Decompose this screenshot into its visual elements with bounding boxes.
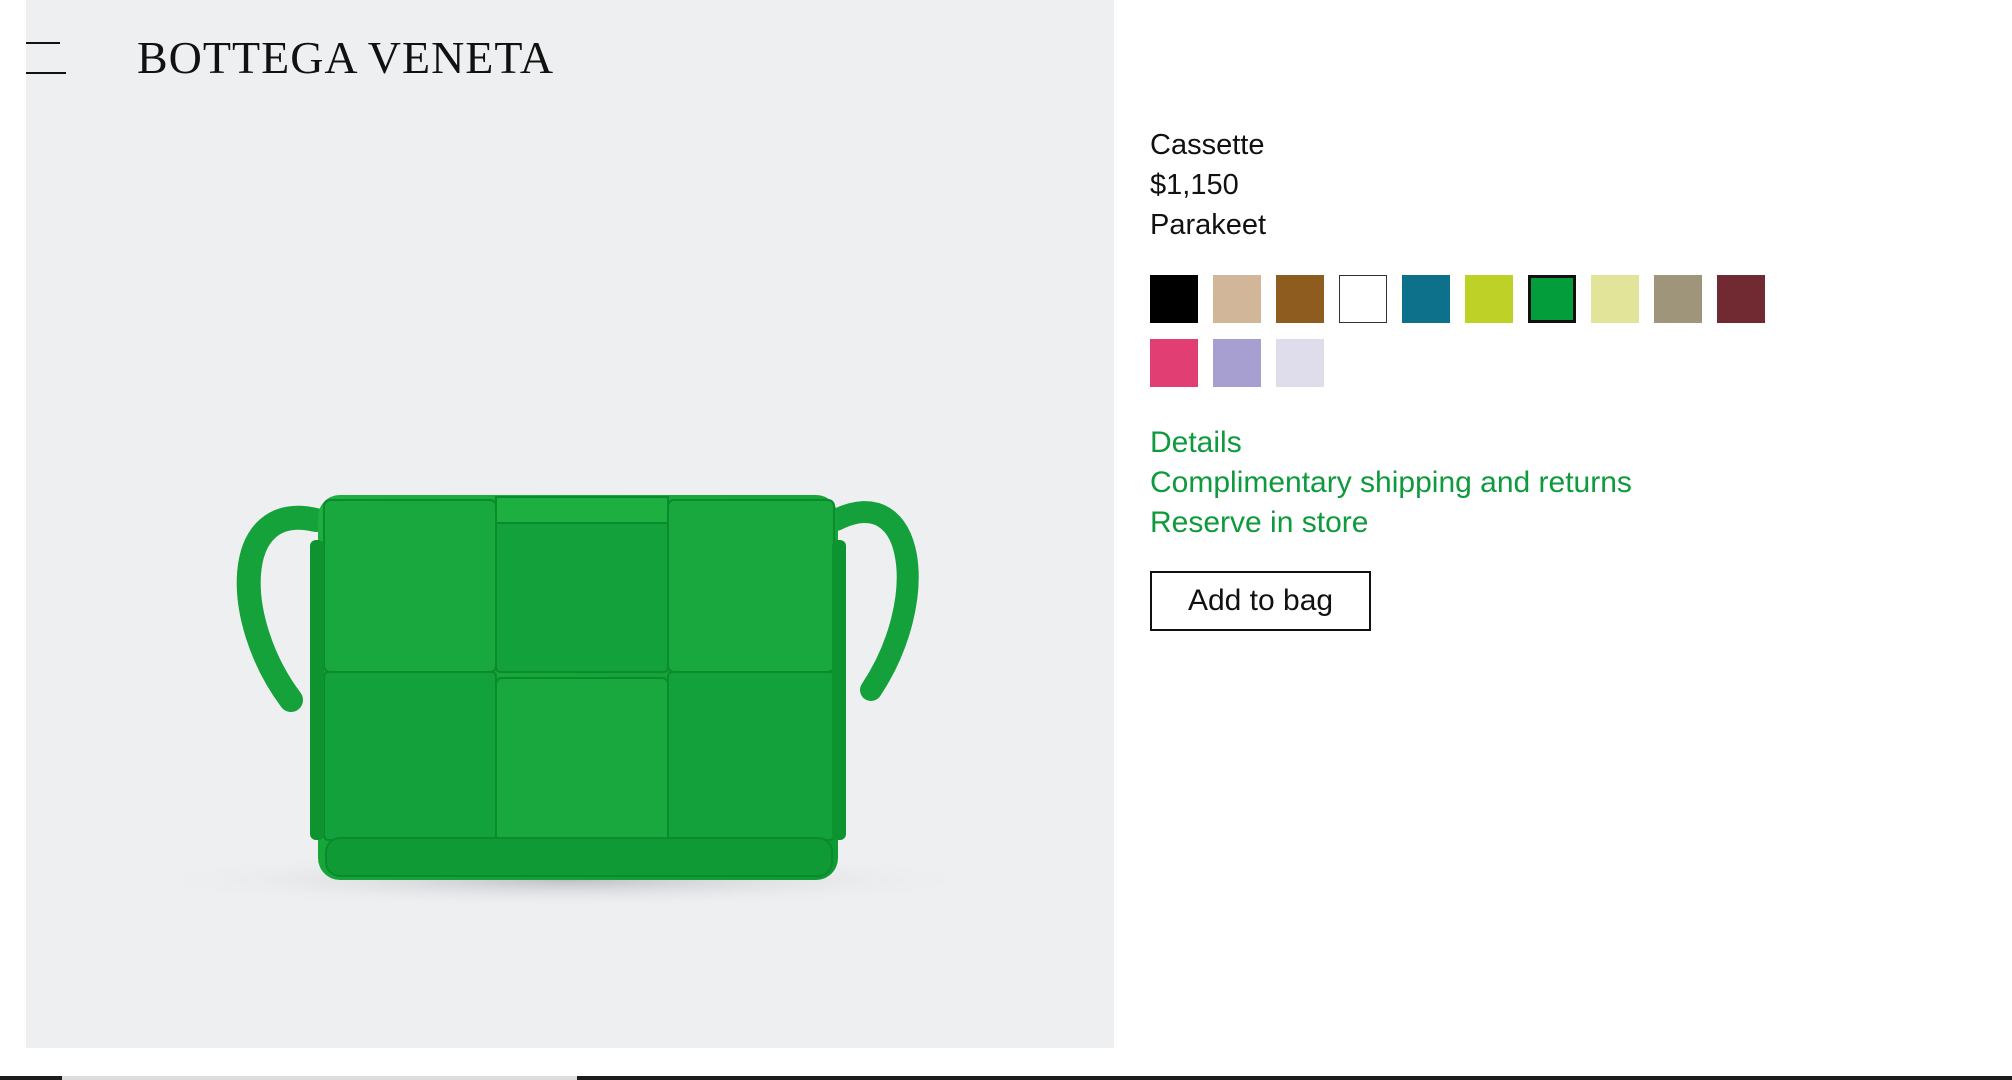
product-links: Details Complimentary shipping and retur… — [1150, 423, 1950, 543]
color-swatch[interactable] — [1402, 275, 1450, 323]
shipping-returns-link[interactable]: Complimentary shipping and returns — [1150, 463, 1950, 503]
bottom-scroll-indicator — [0, 1076, 2012, 1080]
product-image-panel — [26, 0, 1114, 1048]
menu-line-bottom — [26, 72, 66, 74]
product-info: Cassette $1,150 Parakeet Details Complim… — [1150, 125, 1950, 631]
color-swatch[interactable] — [1339, 275, 1387, 323]
hamburger-menu-icon[interactable] — [26, 42, 66, 74]
product-page: BOTTEGA VENETA Cassette $1,150 Parakeet … — [0, 0, 2012, 1080]
color-swatches — [1150, 275, 1950, 387]
scroll-indicator-thumb[interactable] — [62, 1076, 577, 1080]
color-swatch[interactable] — [1213, 275, 1261, 323]
color-swatch[interactable] — [1276, 339, 1324, 387]
product-image[interactable] — [26, 0, 1114, 1048]
product-name: Cassette — [1150, 129, 1265, 161]
product-price: $1,150 — [1150, 169, 1239, 201]
details-link[interactable]: Details — [1150, 423, 1950, 463]
brand-logo[interactable]: BOTTEGA VENETA — [137, 32, 554, 84]
reserve-in-store-link[interactable]: Reserve in store — [1150, 503, 1950, 543]
color-swatch[interactable] — [1276, 275, 1324, 323]
color-swatch[interactable] — [1465, 275, 1513, 323]
color-swatch[interactable] — [1150, 275, 1198, 323]
color-swatch[interactable] — [1591, 275, 1639, 323]
color-swatch[interactable] — [1150, 339, 1198, 387]
add-to-bag-button[interactable]: Add to bag — [1150, 571, 1371, 631]
product-color-name: Parakeet — [1150, 209, 1267, 241]
menu-line-top — [26, 42, 60, 44]
color-swatch[interactable] — [1717, 275, 1765, 323]
color-swatch[interactable] — [1213, 339, 1261, 387]
color-swatch[interactable] — [1654, 275, 1702, 323]
color-swatch[interactable] — [1528, 275, 1576, 323]
